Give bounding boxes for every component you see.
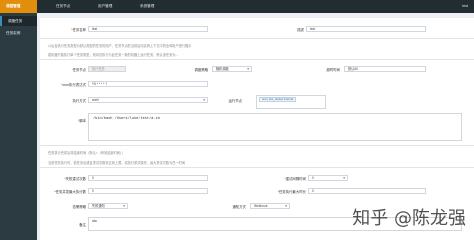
max-time-input[interactable]: 0	[308, 188, 426, 194]
strategy-label: 调度策略	[194, 68, 208, 72]
hint-line-1: 以后台执行任务类型为默认类型的任务的用户、任务节点的当前启动实例上下文中的全体用…	[48, 44, 192, 48]
script-label: *脚本	[77, 119, 86, 123]
alarm-select[interactable]: 失败通知	[88, 203, 128, 209]
sidebar: 调度任务 任务实例	[0, 13, 37, 240]
max-concurrent-label: *任务并发最大执行数	[54, 190, 86, 194]
alarm-label: 告警策略	[72, 205, 86, 209]
timeout-input[interactable]: 默认60	[344, 66, 426, 72]
node-label: 任务节点	[72, 68, 86, 72]
timeout-label: 超时时间	[326, 68, 340, 72]
watermark: 知乎 @陈龙强	[352, 208, 466, 229]
app-logo[interactable]: 调度管理	[0, 0, 37, 13]
hint-line-2: 若机器只能执行单个任务类型，则将仅执行与此任务一致的机器上运行任务，默认该任务为…	[48, 53, 179, 57]
nav-system-manage[interactable]: 系统管理	[140, 0, 154, 13]
max-time-label: *任务执行最大时长	[277, 190, 306, 194]
nav-task-node[interactable]: 任务节点	[56, 0, 70, 13]
strategy-select[interactable]: 随机调度	[212, 66, 252, 72]
max-concurrent-input[interactable]: 0	[88, 188, 208, 194]
task-name-input[interactable]: test	[88, 26, 208, 32]
env-label: 运行节点	[228, 99, 242, 103]
fail-retry-input[interactable]: 0	[88, 175, 208, 181]
channel-select[interactable]: Webhook	[250, 203, 290, 209]
sidebar-item-instance[interactable]: 任务实例	[0, 28, 37, 38]
mode-label: 执行方式	[72, 99, 86, 103]
sidebar-item-schedule[interactable]: 调度任务	[0, 16, 37, 26]
retry-interval-select[interactable]: 0	[308, 175, 348, 181]
script-textarea[interactable]: /bin/bash /Users/luke/test/a.sh	[88, 113, 462, 141]
cron-label: *cron执行表达式	[61, 83, 86, 87]
hint-line-4: 当前任务执行时，若任务出错且重试次数未达到上限，将执行重试操作，最大重试次数为任…	[48, 161, 186, 165]
section-divider	[40, 145, 474, 146]
cron-input[interactable]: */5 * * * * ?	[88, 81, 208, 87]
hint-line-3: 任务执行完成后将结束时间（默认=（有效结束时间））	[48, 151, 125, 155]
node-select[interactable]: 执行任务	[88, 66, 126, 72]
channel-label: 通知方式	[232, 205, 246, 209]
fail-retry-label: *失败重试次数	[64, 177, 86, 181]
section-divider	[40, 38, 474, 39]
section-divider	[40, 167, 474, 168]
user-menu[interactable]: test	[462, 0, 468, 13]
top-navbar: 调度管理 任务节点 用户管理 系统管理 test	[0, 0, 474, 13]
section-divider	[40, 59, 474, 60]
task-name-label: *任务名称	[71, 28, 86, 32]
nav-user-manage[interactable]: 用户管理	[98, 0, 112, 13]
env-tag[interactable]: test | test_docker.internal	[259, 97, 297, 103]
remark-label: 描述	[297, 28, 304, 32]
retry-interval-label: *重试间隔时间	[284, 177, 306, 181]
mode-select[interactable]: shell	[88, 97, 208, 103]
remark-input[interactable]: test	[306, 26, 426, 32]
note-label: 备注	[79, 223, 86, 227]
